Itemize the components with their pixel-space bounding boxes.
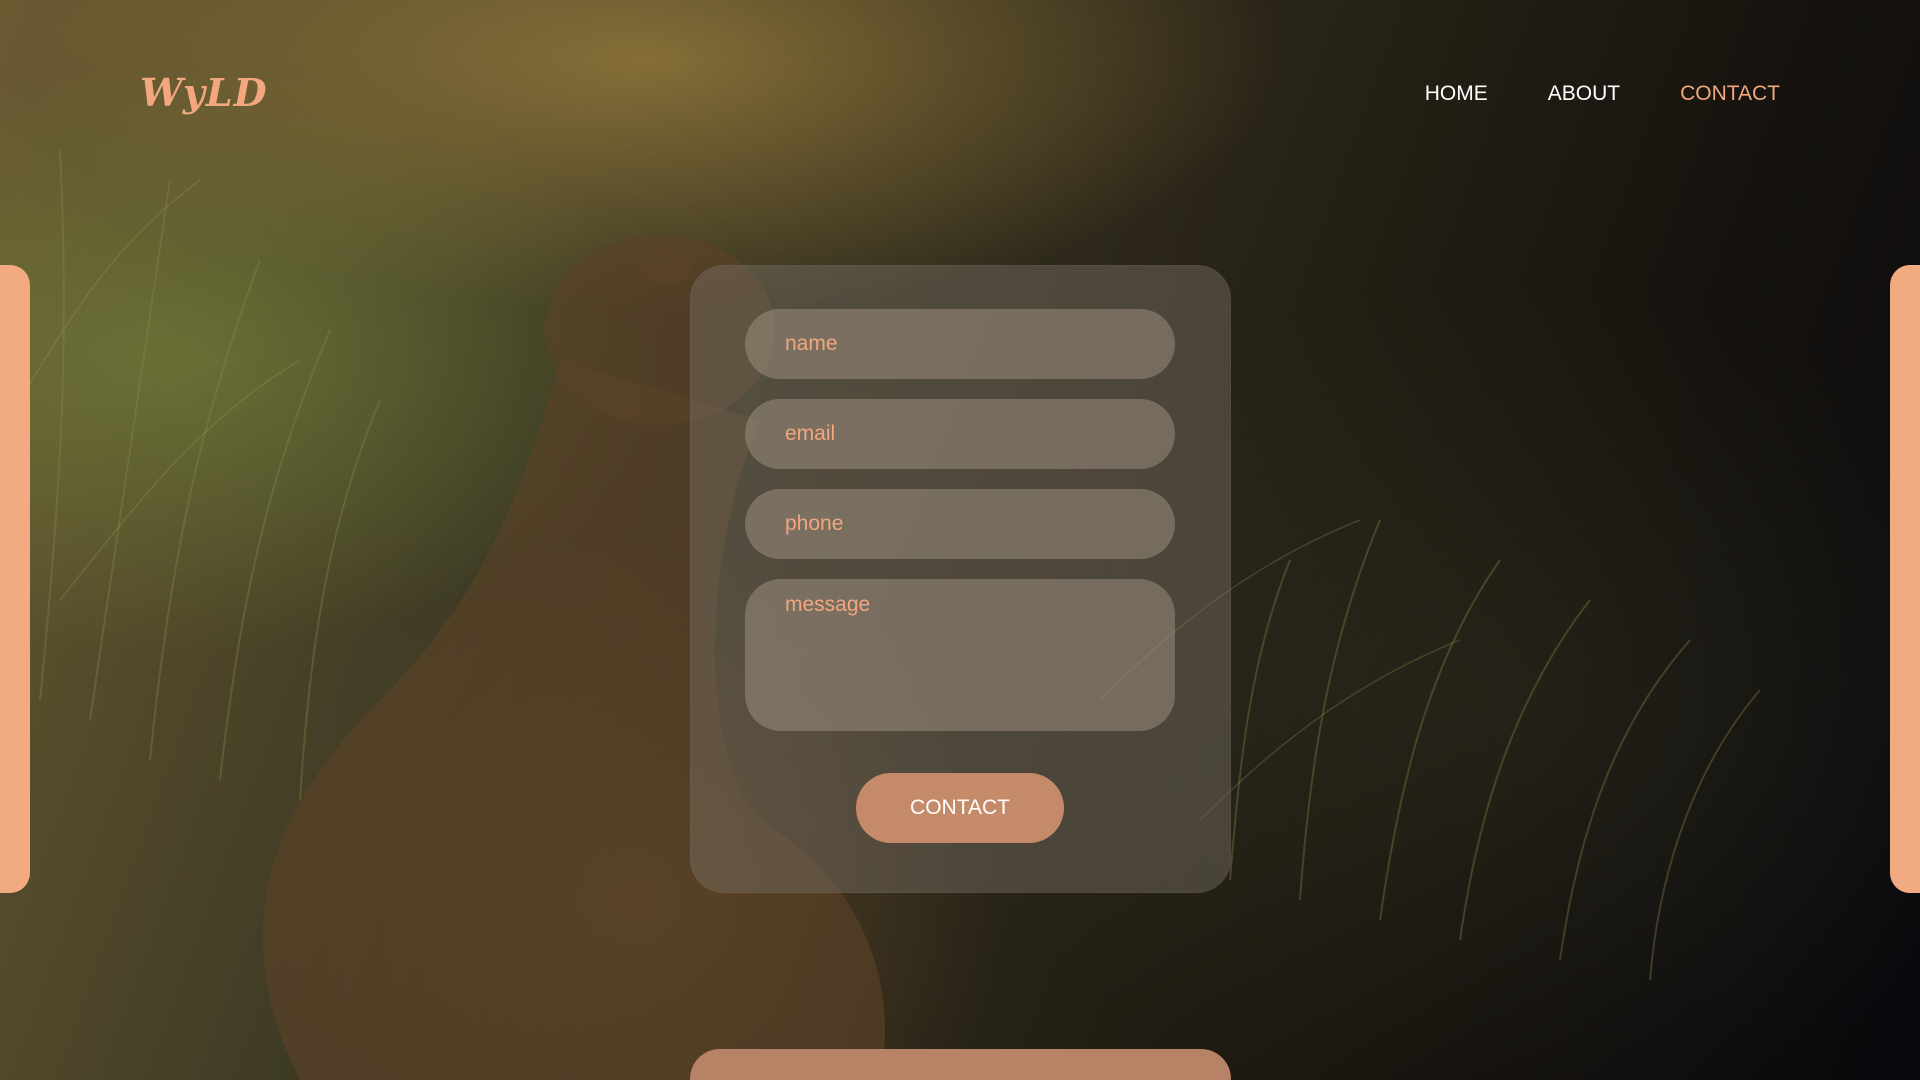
contact-form-card: CONTACT: [690, 265, 1231, 893]
right-side-panel: [1890, 265, 1920, 893]
email-input[interactable]: [745, 399, 1175, 469]
main-nav: HOME ABOUT CONTACT: [1425, 82, 1780, 106]
contact-submit-button[interactable]: CONTACT: [856, 773, 1064, 843]
nav-about-link[interactable]: ABOUT: [1548, 82, 1620, 106]
nav-home-link[interactable]: HOME: [1425, 82, 1488, 106]
phone-input[interactable]: [745, 489, 1175, 559]
page: WyLD HOME ABOUT CONTACT CONTACT: [0, 0, 1920, 1080]
name-input[interactable]: [745, 309, 1175, 379]
logo[interactable]: WyLD: [140, 70, 268, 115]
bottom-panel-tab: [690, 1049, 1231, 1080]
nav-contact-link[interactable]: CONTACT: [1680, 82, 1780, 106]
left-side-panel: [0, 265, 30, 893]
message-textarea[interactable]: [745, 579, 1175, 731]
